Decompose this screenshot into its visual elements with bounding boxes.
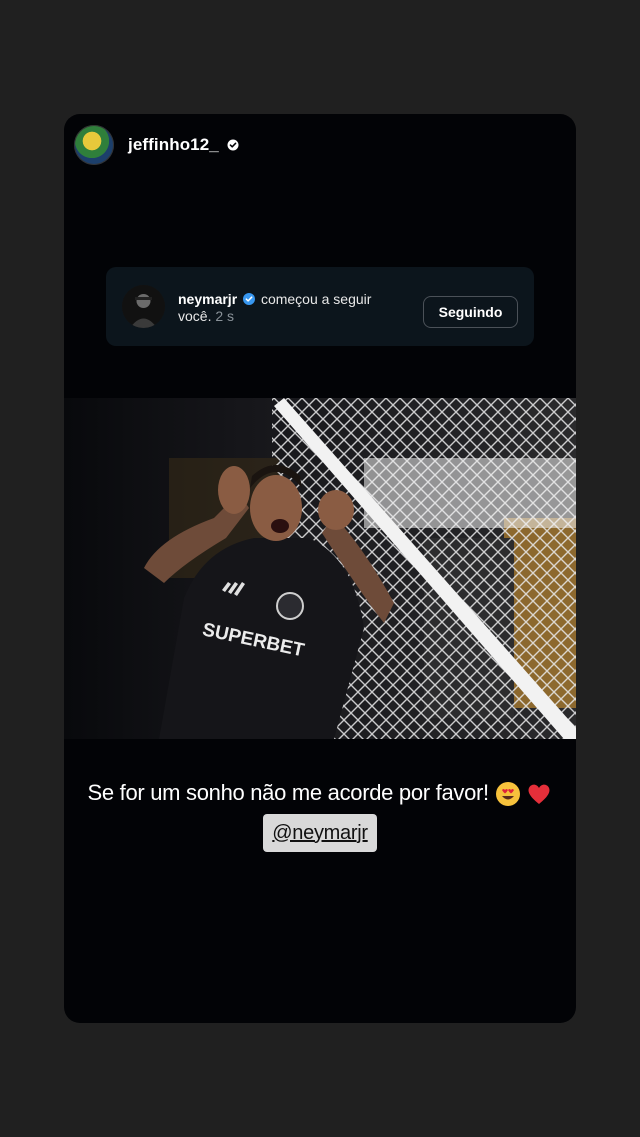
follow-action-text: começou a seguir (260, 291, 372, 307)
story-caption: Se for um sonho não me acorde por favor! (64, 778, 576, 808)
follow-time: 2 s (215, 308, 235, 324)
verified-badge-icon (243, 293, 256, 305)
red-heart-icon (529, 784, 550, 805)
caption-text: Se for um sonho não me acorde por favor! (87, 780, 490, 805)
story-frame: jeffinho12_ neymarjr começou a seguir vo… (64, 114, 576, 1023)
story-username[interactable]: jeffinho12_ (128, 135, 219, 155)
mention-sticker[interactable]: @neymarjr (263, 814, 377, 852)
verified-badge-icon (227, 139, 239, 151)
follow-notification-card[interactable]: neymarjr começou a seguir você. 2 s Segu… (106, 267, 534, 346)
story-header: jeffinho12_ (74, 124, 239, 166)
avatar[interactable] (74, 125, 114, 165)
follower-avatar[interactable] (122, 285, 165, 328)
follower-name[interactable]: neymarjr (178, 291, 237, 307)
follow-target-text: você. (178, 308, 212, 324)
story-photo: SUPERBET (64, 398, 576, 739)
celebrating-player-image: SUPERBET (64, 398, 576, 739)
follow-notification-text: neymarjr começou a seguir você. 2 s (178, 291, 408, 325)
follower-avatar-image (122, 285, 165, 328)
following-button[interactable]: Seguindo (423, 296, 518, 328)
heart-eyes-emoji-icon (495, 782, 520, 807)
